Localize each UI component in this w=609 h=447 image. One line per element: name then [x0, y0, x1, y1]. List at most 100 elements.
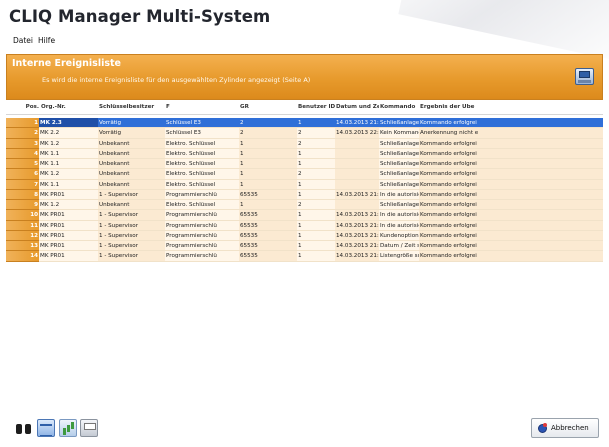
cell-owner: Unbekannt	[98, 138, 165, 149]
cell-f: Elektro. Schlüssel	[165, 169, 239, 180]
cell-res: Kommando erfolgrei	[419, 251, 603, 262]
cell-org: MK 1.2	[39, 169, 98, 180]
event-table: Pos. Org.-Nr. Schlüsselbesitzer F GR Ben…	[6, 102, 603, 407]
computer-icon	[575, 68, 594, 85]
table-row[interactable]: 5 MK 1.1 Unbekannt Elektro. Schlüssel 1 1 Schl…	[6, 159, 603, 170]
cell-res: Kommando erfolgrei	[419, 200, 603, 211]
cell-pos: 5	[6, 159, 39, 170]
column-header-owner[interactable]: Schlüsselbesitzer	[99, 104, 165, 110]
cell-owner: 1 - Supervisor	[98, 241, 165, 252]
cell-cmd: Schließanlage f	[379, 148, 419, 159]
cell-date: 14.03.2013 21:28	[335, 118, 379, 129]
cell-cmd: Schließanlage f	[379, 159, 419, 170]
cell-org: MK 2.2	[39, 128, 98, 139]
cell-org: MK PR01	[39, 251, 98, 262]
cell-pos: 4	[6, 148, 39, 159]
cell-gr: 1	[239, 138, 297, 149]
printer-icon[interactable]	[80, 419, 98, 437]
column-header-result[interactable]: Ergebnis der Übe	[420, 104, 603, 110]
abort-button[interactable]: Abbrechen	[531, 418, 599, 438]
cell-owner: 1 - Supervisor	[98, 189, 165, 200]
table-row[interactable]: 2 MK 2.2 Vorrätig Schlüssel E3 2 2 14.03.2013 …	[6, 128, 603, 139]
cell-f: Programmierschlü	[165, 210, 239, 221]
cell-gr: 2	[239, 128, 297, 139]
table-icon[interactable]	[37, 419, 55, 437]
cell-cmd: Listengröße sch	[379, 251, 419, 262]
cell-uid: 1	[297, 118, 335, 129]
cell-res: Kommando erfolgrei	[419, 189, 603, 200]
cell-pos: 3	[6, 138, 39, 149]
table-row[interactable]: 10 MK PR01 1 - Supervisor Programmierschlü 6…	[6, 210, 603, 221]
cell-gr: 65535	[239, 210, 297, 221]
cell-uid: 1	[297, 179, 335, 190]
column-header-gr[interactable]: GR	[240, 104, 297, 110]
event-list-header: Interne Ereignisliste Es wird die intern…	[6, 54, 603, 100]
cell-cmd: In die autorisie	[379, 210, 419, 221]
table-row[interactable]: 9 MK 1.2 Unbekannt Elektro. Schlüssel 1 2 Schl…	[6, 200, 603, 211]
cell-org: MK PR01	[39, 189, 98, 200]
cell-date	[335, 200, 379, 211]
table-row[interactable]: 4 MK 1.1 Unbekannt Elektro. Schlüssel 1 1 Schl…	[6, 148, 603, 159]
column-header-user-id[interactable]: Benutzer ID	[298, 104, 335, 110]
abort-button-label: Abbrechen	[551, 424, 589, 432]
cell-pos: 10	[6, 210, 39, 221]
table-row[interactable]: 6 MK 1.2 Unbekannt Elektro. Schlüssel 1 2 Schl…	[6, 169, 603, 180]
header-title: Interne Ereignisliste	[12, 58, 121, 69]
cell-res: Kommando erfolgrei	[419, 169, 603, 180]
cell-f: Programmierschlü	[165, 241, 239, 252]
cell-res: Kommando erfolgrei	[419, 241, 603, 252]
window-title: CLIQ Manager Multi-System	[9, 7, 271, 26]
cell-gr: 65535	[239, 251, 297, 262]
table-row[interactable]: 8 MK PR01 1 - Supervisor Programmierschlü 65…	[6, 189, 603, 200]
column-header-command[interactable]: Kommando	[380, 104, 419, 110]
column-header-date[interactable]: Datum und Zeit	[336, 104, 379, 110]
menu-help[interactable]: Hilfe	[38, 36, 55, 45]
cell-uid: 2	[297, 128, 335, 139]
abort-icon	[538, 423, 547, 433]
cell-date	[335, 169, 379, 180]
cell-date	[335, 179, 379, 190]
cell-f: Programmierschlü	[165, 251, 239, 262]
cell-date: 14.03.2013 21:18	[335, 189, 379, 200]
cell-owner: 1 - Supervisor	[98, 220, 165, 231]
cell-gr: 65535	[239, 189, 297, 200]
cell-cmd: Datum / Zeit sc	[379, 241, 419, 252]
table-row[interactable]: 1 MK 2.3 Vorrätig Schlüssel E3 2 1 14.03.2013 …	[6, 118, 603, 129]
column-header-pos[interactable]: Pos.	[7, 104, 39, 110]
cell-cmd: Kundenoptionen	[379, 230, 419, 241]
cell-uid: 2	[297, 169, 335, 180]
cell-gr: 65535	[239, 220, 297, 231]
cell-pos: 11	[6, 220, 39, 231]
cell-cmd: Schließanlage f	[379, 118, 419, 129]
cell-uid: 1	[297, 241, 335, 252]
cell-pos: 13	[6, 241, 39, 252]
cell-owner: Unbekannt	[98, 169, 165, 180]
cell-owner: Unbekannt	[98, 148, 165, 159]
cell-uid: 1	[297, 148, 335, 159]
cell-res: Kommando erfolgrei	[419, 220, 603, 231]
cell-cmd: Kein Kommando	[379, 128, 419, 139]
cell-date: 14.03.2013 21:17	[335, 251, 379, 262]
table-row[interactable]: 3 MK 1.2 Unbekannt Elektro. Schlüssel 1 2 Schl…	[6, 138, 603, 149]
table-row[interactable]: 7 MK 1.1 Unbekannt Elektro. Schlüssel 1 1 Schl…	[6, 179, 603, 190]
computer-base-shape	[578, 80, 591, 83]
cell-org: MK PR01	[39, 210, 98, 221]
table-header: Pos. Org.-Nr. Schlüsselbesitzer F GR Ben…	[6, 102, 603, 115]
cell-owner: Unbekannt	[98, 179, 165, 190]
cell-org: MK PR01	[39, 241, 98, 252]
column-header-f[interactable]: F	[166, 104, 239, 110]
chart-icon[interactable]	[59, 419, 77, 437]
menu-file[interactable]: Datei	[13, 36, 33, 45]
binoculars-icon[interactable]	[15, 419, 33, 437]
cell-f: Schlüssel E3	[165, 128, 239, 139]
column-header-org[interactable]: Org.-Nr.	[41, 104, 98, 110]
cell-org: MK PR01	[39, 220, 98, 231]
table-row[interactable]: 14 MK PR01 1 - Supervisor Programmierschlü 6…	[6, 251, 603, 262]
cell-pos: 7	[6, 179, 39, 190]
cell-f: Elektro. Schlüssel	[165, 179, 239, 190]
table-row[interactable]: 13 MK PR01 1 - Supervisor Programmierschlü 6…	[6, 241, 603, 252]
cell-owner: Unbekannt	[98, 159, 165, 170]
cell-uid: 1	[297, 210, 335, 221]
table-row[interactable]: 12 MK PR01 1 - Supervisor Programmierschlü 6…	[6, 230, 603, 241]
table-row[interactable]: 11 MK PR01 1 - Supervisor Programmierschlü 6…	[6, 220, 603, 231]
